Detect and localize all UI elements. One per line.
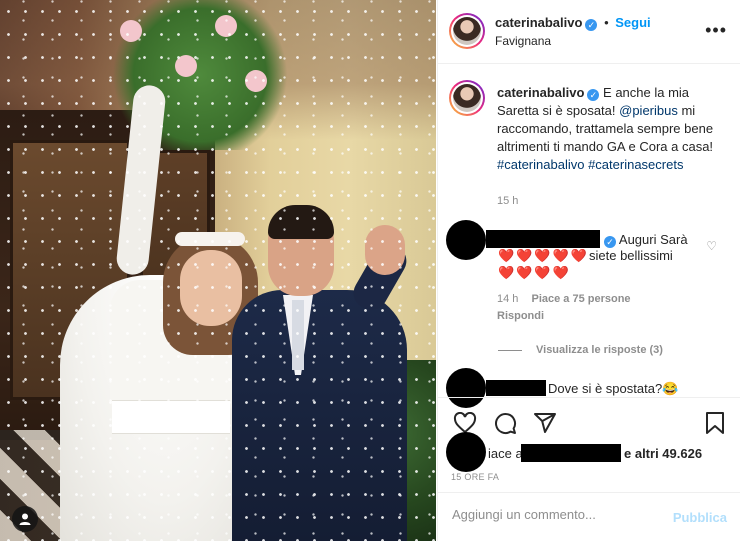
share-direct-icon[interactable] bbox=[533, 411, 557, 435]
heart-emojis: ❤️❤️❤️❤️❤️ bbox=[498, 248, 589, 263]
post-photo[interactable] bbox=[0, 0, 436, 541]
comment-text: siete bellissimi bbox=[589, 248, 673, 263]
post-username[interactable]: caterinabalivo bbox=[495, 15, 582, 30]
location-link[interactable]: Favignana bbox=[495, 34, 551, 48]
comment-avatar[interactable] bbox=[446, 220, 486, 260]
redacted-username bbox=[521, 444, 621, 462]
likes-count[interactable]: e altri 49.626 bbox=[624, 446, 702, 461]
avatar[interactable] bbox=[449, 13, 485, 49]
comment-text: Dove si è spostata?😂 bbox=[548, 381, 679, 396]
post-header: caterinabalivo ✓ • Segui Favignana ••• bbox=[438, 0, 740, 64]
mention-link[interactable]: @pieribus bbox=[619, 103, 678, 118]
caption-avatar[interactable] bbox=[449, 80, 485, 116]
comment-text: Auguri Sarà bbox=[618, 232, 688, 247]
like-comment-icon[interactable]: ♡ bbox=[706, 239, 717, 253]
likes-summary[interactable]: iace a bbox=[488, 446, 523, 461]
more-options-icon[interactable]: ••• bbox=[705, 20, 727, 41]
tagged-users-button[interactable] bbox=[12, 506, 38, 532]
add-comment-bar: Pubblica bbox=[438, 492, 740, 541]
user-icon bbox=[19, 513, 31, 525]
post-timestamp: 15 ORE FA bbox=[451, 472, 500, 482]
hashtag-link[interactable]: #caterinasecrets bbox=[588, 157, 683, 172]
publish-button[interactable]: Pubblica bbox=[673, 510, 727, 525]
hashtag-link[interactable]: #caterinabalivo bbox=[497, 157, 584, 172]
liker-avatar[interactable] bbox=[446, 432, 486, 472]
view-replies-button[interactable]: Visualizza le risposte (3) bbox=[498, 344, 663, 356]
caption-username[interactable]: caterinabalivo bbox=[497, 85, 584, 100]
redacted-username bbox=[486, 380, 546, 396]
reply-button[interactable]: Rispondi bbox=[497, 310, 544, 322]
comment-input[interactable] bbox=[452, 507, 652, 522]
heart-emojis: ❤️❤️❤️❤️ bbox=[498, 265, 571, 280]
comment-likes[interactable]: Piace a 75 persone bbox=[531, 293, 630, 305]
post-caption: caterinabalivo ✓ E anche la mia Saretta s… bbox=[497, 85, 714, 172]
confetti bbox=[0, 0, 436, 541]
follow-button[interactable]: Segui bbox=[615, 15, 650, 30]
like-heart-icon[interactable] bbox=[453, 412, 477, 434]
verified-icon: ✓ bbox=[585, 19, 598, 31]
comment-time: 14 h bbox=[497, 293, 519, 305]
verified-icon: ✓ bbox=[587, 89, 600, 101]
redacted-username bbox=[486, 230, 600, 248]
save-bookmark-icon[interactable] bbox=[704, 411, 726, 435]
comment-bubble-icon[interactable] bbox=[493, 411, 517, 435]
post-sidebar: caterinabalivo ✓ • Segui Favignana ••• ca… bbox=[437, 0, 740, 541]
caption-time: 15 h bbox=[497, 195, 519, 207]
